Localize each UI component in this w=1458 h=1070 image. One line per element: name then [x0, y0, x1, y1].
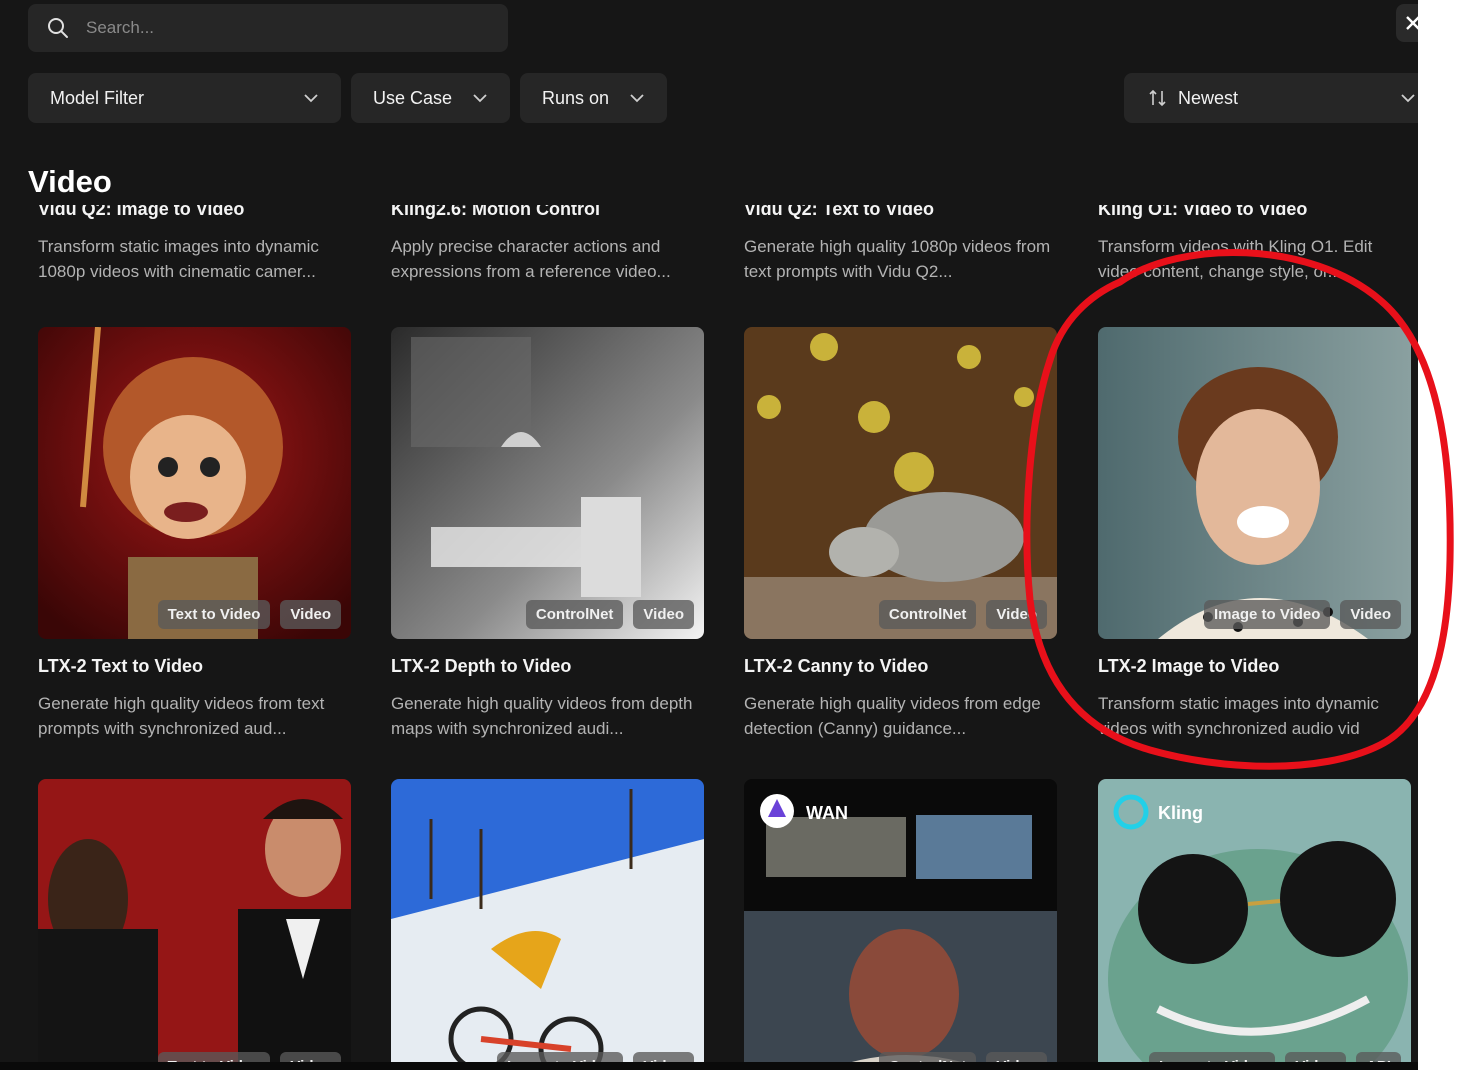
use-case-label: Use Case	[373, 87, 453, 108]
model-filter-label: Model Filter	[50, 87, 145, 108]
tag-list: Image to Video Video API	[1148, 1052, 1401, 1062]
card-thumbnail[interactable]: Text to Video Video	[38, 327, 351, 639]
tag: ControlNet	[878, 600, 977, 629]
tag: ControlNet	[878, 1052, 977, 1062]
card-description: Generate high quality videos from text p…	[38, 694, 325, 738]
snow-bike-image	[391, 779, 704, 1062]
tag: Video	[986, 600, 1047, 629]
chevron-down-icon	[304, 94, 318, 103]
card-title: Kling O1: Video to Video	[1098, 205, 1308, 219]
card-description: Transform videos with Kling O1. Edit vid…	[1098, 237, 1373, 281]
tag-list: ControlNet Video	[878, 1052, 1047, 1062]
sort-dropdown[interactable]: Newest	[1124, 73, 1418, 123]
card-thumbnail[interactable]: Text to Video Video	[38, 779, 351, 1062]
model-card[interactable]: LTX-2 Depth to Video Generate high quali…	[391, 656, 704, 741]
bottom-edge	[0, 1062, 1418, 1070]
model-card[interactable]: LTX-2 Canny to Video Generate high quali…	[744, 656, 1057, 741]
tag: Video	[1340, 600, 1401, 629]
close-icon	[1406, 16, 1418, 30]
wan-brand-label: WAN	[806, 803, 848, 823]
chevron-down-icon	[630, 94, 644, 103]
card-description: Generate high quality 1080p videos from …	[744, 237, 1051, 281]
card-thumbnail[interactable]: Image to Video Video	[391, 779, 704, 1062]
squirrel-image	[744, 327, 1057, 639]
warrior-image: WAN	[744, 779, 1057, 1062]
tag: API	[1355, 1052, 1401, 1062]
depth-map-image	[391, 327, 704, 639]
lizard-sunglasses-image: Kling	[1098, 779, 1411, 1062]
card-description: Generate high quality videos from edge d…	[744, 694, 1041, 738]
card-description: Apply precise character actions and expr…	[391, 237, 671, 281]
runs-on-label: Runs on	[542, 87, 610, 108]
tag: Video	[633, 1052, 694, 1062]
card-description: Transform static images into dynamic vid…	[1098, 694, 1379, 738]
card-thumbnail[interactable]: ControlNet Video	[391, 327, 704, 639]
kling-brand-label: Kling	[1158, 803, 1203, 823]
card-description: Transform static images into dynamic 108…	[38, 237, 319, 281]
card-title: LTX-2 Text to Video	[38, 656, 204, 676]
woman-portrait-image	[1098, 327, 1411, 639]
tag: Text to Video	[157, 600, 271, 629]
card-title: LTX-2 Depth to Video	[391, 656, 572, 676]
card-title: Kling2.6: Motion Control	[391, 205, 600, 219]
tag-list: ControlNet Video	[525, 600, 694, 629]
model-card[interactable]: LTX-2 Image to Video Transform static im…	[1098, 656, 1411, 741]
model-card[interactable]: Vidu Q2: Text to Video Generate high qua…	[744, 205, 1057, 284]
card-description: Generate high quality videos from depth …	[391, 694, 693, 738]
card-thumbnail[interactable]: WAN ControlNet Video	[744, 779, 1057, 1062]
app-window: Model Filter Use Case Runs on Newest Vid…	[0, 0, 1418, 1062]
chevron-down-icon	[473, 94, 487, 103]
tag: ControlNet	[525, 600, 624, 629]
tag-list: Text to Video Video	[157, 600, 341, 629]
model-card[interactable]: Vidu Q2: Image to Video Transform static…	[38, 205, 351, 284]
tag: Image to Video	[497, 1052, 624, 1062]
tag-list: Image to Video Video	[497, 1052, 694, 1062]
search-bar[interactable]	[28, 4, 508, 52]
chevron-down-icon	[1401, 94, 1415, 103]
tag-list: Image to Video Video	[1204, 600, 1401, 629]
sort-icon	[1148, 89, 1168, 107]
card-title: LTX-2 Canny to Video	[744, 656, 929, 676]
sort-label: Newest	[1178, 87, 1239, 108]
puppet-image	[38, 327, 351, 639]
tag: Video	[1285, 1052, 1346, 1062]
tag: Image to Video	[1148, 1052, 1276, 1062]
tuxedo-men-image	[38, 779, 351, 1062]
card-thumbnail[interactable]: Kling Image to Video Video API	[1098, 779, 1411, 1062]
model-card[interactable]: LTX-2 Text to Video Generate high qualit…	[38, 656, 351, 741]
card-title: Vidu Q2: Text to Video	[744, 205, 935, 219]
tag-list: ControlNet Video	[878, 600, 1047, 629]
card-title: LTX-2 Image to Video	[1098, 656, 1280, 676]
card-title: Vidu Q2: Image to Video	[38, 205, 245, 219]
search-input[interactable]	[84, 17, 468, 39]
close-button[interactable]	[1396, 4, 1418, 42]
section-title: Video	[28, 164, 112, 199]
card-thumbnail[interactable]: ControlNet Video	[744, 327, 1057, 639]
model-filter-dropdown[interactable]: Model Filter	[28, 73, 341, 123]
tag-list: Text to Video Video	[157, 1052, 341, 1062]
tag: Video	[280, 600, 341, 629]
tag: Video	[633, 600, 694, 629]
model-card[interactable]: Kling O1: Video to Video Transform video…	[1098, 205, 1411, 284]
model-card[interactable]: Kling2.6: Motion Control Apply precise c…	[391, 205, 704, 284]
use-case-dropdown[interactable]: Use Case	[351, 73, 510, 123]
tag: Image to Video	[1204, 600, 1331, 629]
tag: Video	[280, 1052, 341, 1062]
tag: Video	[986, 1052, 1047, 1062]
runs-on-dropdown[interactable]: Runs on	[520, 73, 667, 123]
tag: Text to Video	[157, 1052, 271, 1062]
model-grid: Vidu Q2: Image to Video Transform static…	[0, 205, 1418, 1062]
search-icon	[48, 18, 68, 38]
card-thumbnail[interactable]: Image to Video Video	[1098, 327, 1411, 639]
